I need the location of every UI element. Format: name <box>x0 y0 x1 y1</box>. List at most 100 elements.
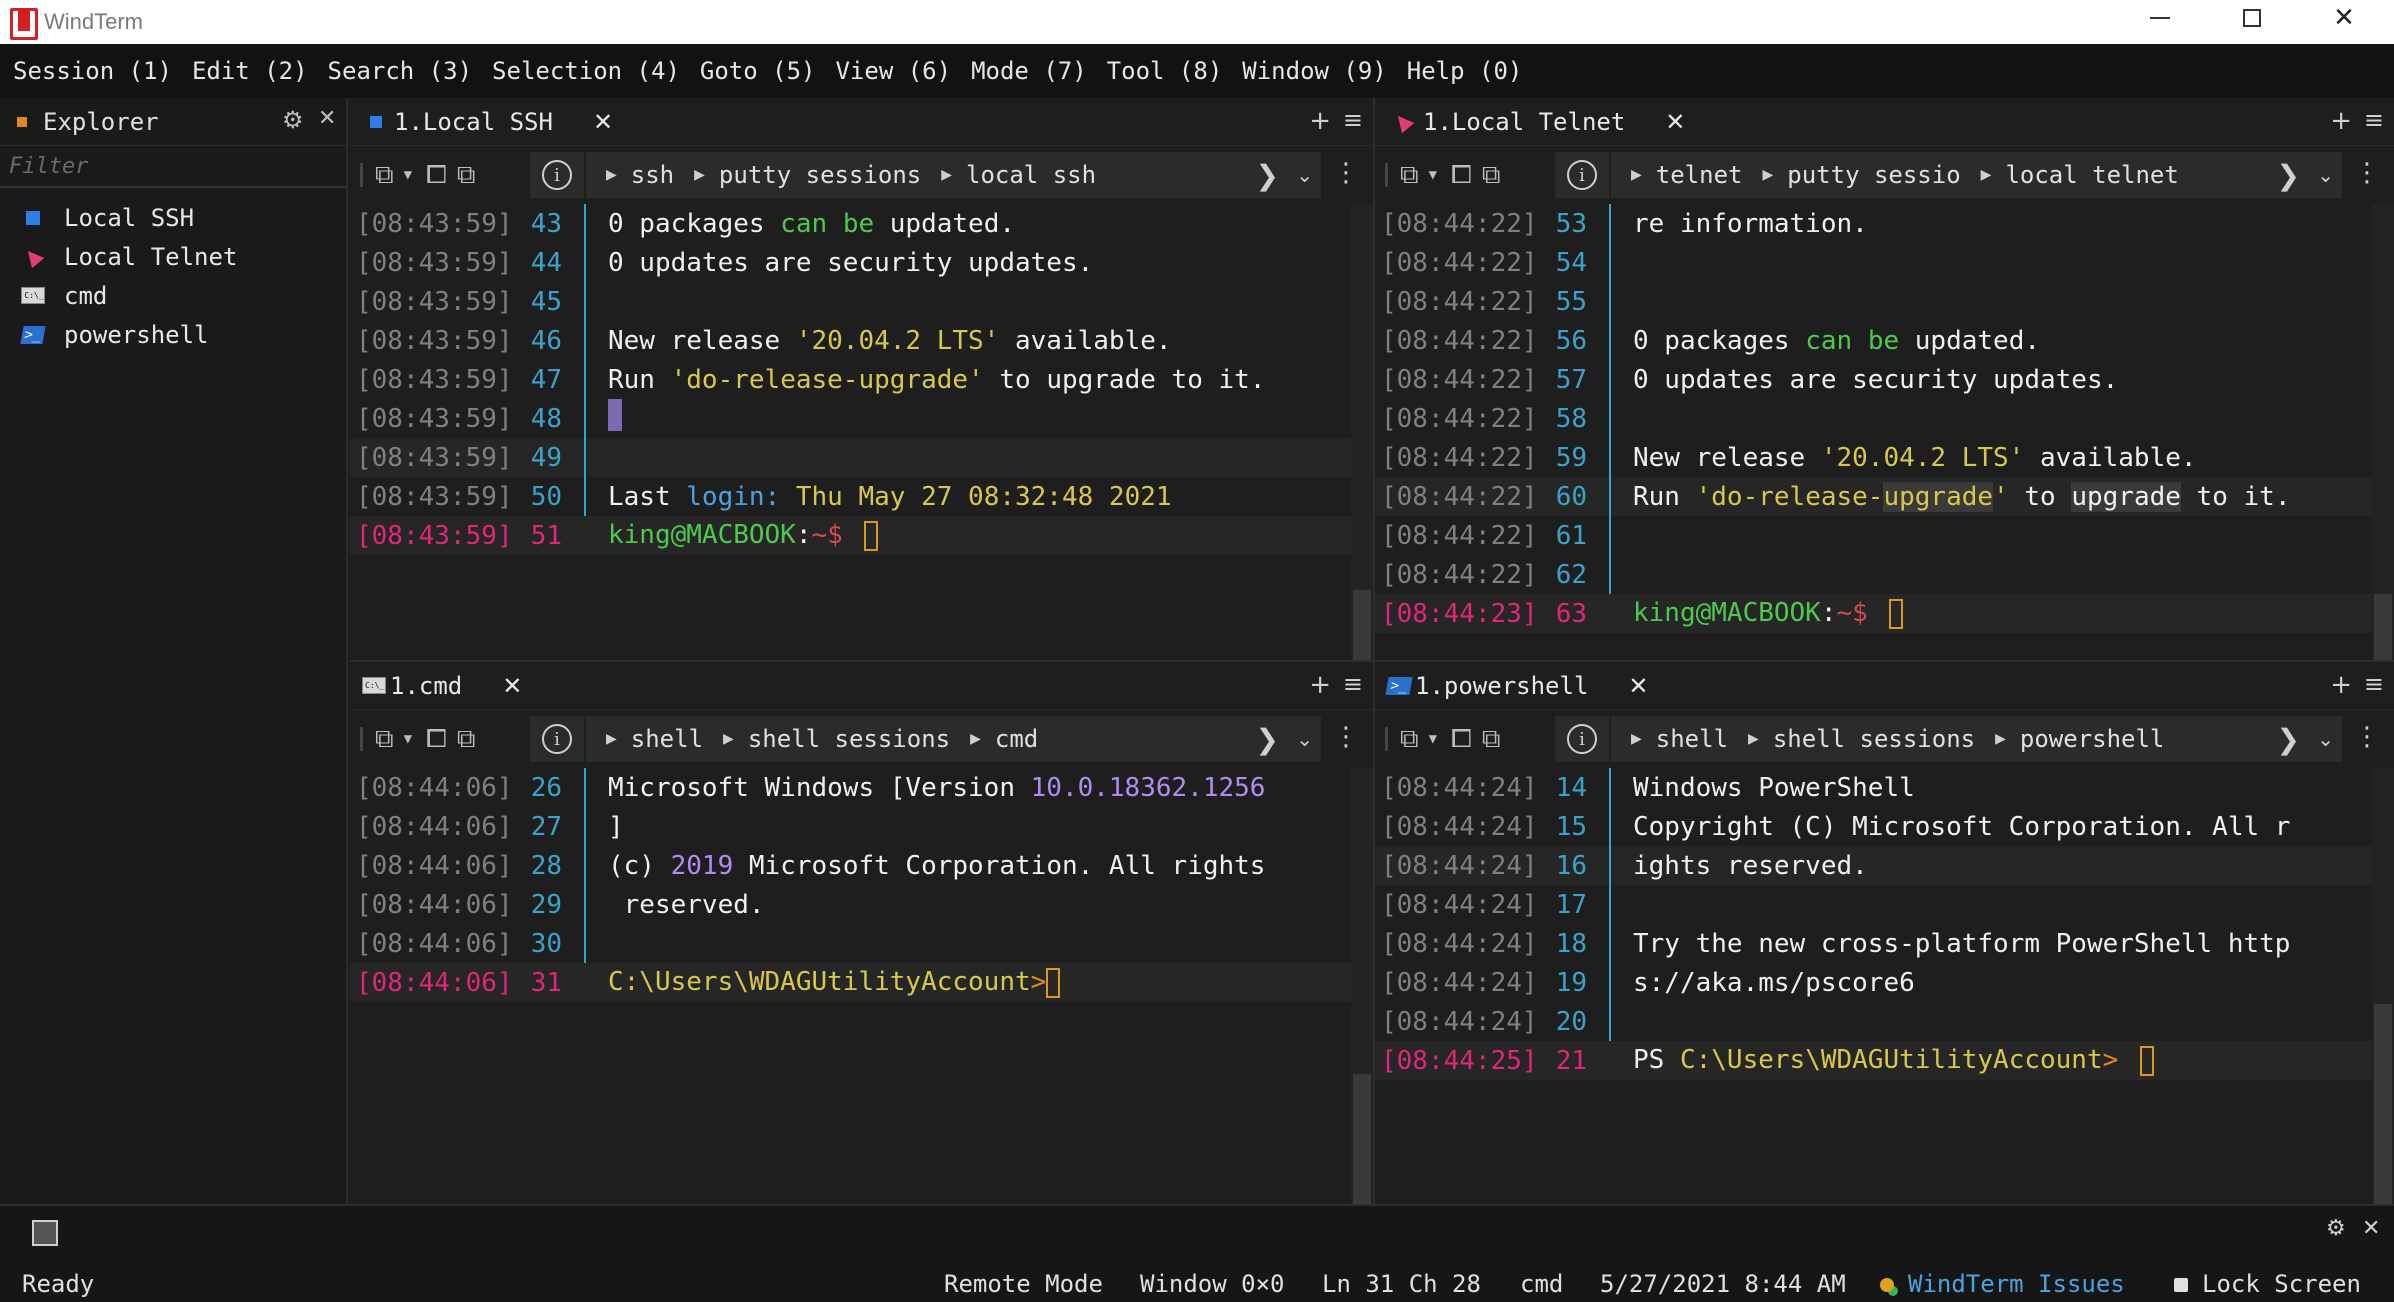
tab-cmd[interactable]: 1.cmd <box>390 672 462 700</box>
explorer-close-icon[interactable]: ✕ <box>318 106 336 131</box>
new-session-icon[interactable]: ⧉ <box>375 160 394 191</box>
session-item-local-ssh[interactable]: Local SSH <box>0 198 346 237</box>
chevron-right-icon[interactable]: ❯ <box>2277 159 2300 192</box>
status-cursor-position[interactable]: Ln 31 Ch 28 <box>1322 1270 1481 1298</box>
explorer-filter-input[interactable]: Filter <box>0 146 346 188</box>
chevron-right-icon[interactable]: ❯ <box>1256 159 1279 192</box>
chevron-down-icon[interactable]: ⌄ <box>1296 727 1313 751</box>
tab-close-icon[interactable]: ✕ <box>502 672 522 700</box>
tab-close-icon[interactable]: ✕ <box>1665 108 1685 136</box>
session-item-powershell[interactable]: >_ powershell <box>0 315 346 354</box>
menu-help[interactable]: Help (0) <box>1407 57 1523 85</box>
maximize-button[interactable] <box>2206 0 2298 36</box>
breadcrumb-item[interactable]: local ssh <box>966 161 1096 189</box>
new-tab-icon[interactable]: + <box>2330 106 2352 136</box>
new-tab-icon[interactable]: + <box>2330 670 2352 700</box>
terminal-output[interactable]: [08:43:59] 43 0 packages can be updated. [… <box>350 204 1373 555</box>
windterm-issues-link[interactable]: WindTerm Issues <box>1880 1270 2125 1298</box>
breadcrumb-item[interactable]: shell <box>1656 725 1728 753</box>
status-settings-icon[interactable]: ⚙ <box>2326 1216 2346 1241</box>
scrollbar-thumb[interactable] <box>1353 590 1371 660</box>
breadcrumb-item[interactable]: local telnet <box>2005 161 2178 189</box>
session-item-cmd[interactable]: C:\_ cmd <box>0 276 346 315</box>
breadcrumb-item[interactable]: putty sessio <box>1787 161 1960 189</box>
menu-mode[interactable]: Mode (7) <box>971 57 1087 85</box>
new-tab-icon[interactable]: + <box>1309 106 1331 136</box>
duplicate-session-icon[interactable]: ⧉ <box>457 160 476 191</box>
breadcrumb-item[interactable]: telnet <box>1656 161 1743 189</box>
breadcrumb-item[interactable]: shell sessions <box>1773 725 1975 753</box>
menu-window[interactable]: Window (9) <box>1242 57 1387 85</box>
menu-search[interactable]: Search (3) <box>328 57 473 85</box>
dropdown-arrow-icon[interactable]: ▼ <box>1429 731 1437 747</box>
more-options-icon[interactable]: ⋮ <box>1333 722 1359 752</box>
menu-selection[interactable]: Selection (4) <box>492 57 680 85</box>
new-session-icon[interactable]: ⧉ <box>1400 724 1419 755</box>
duplicate-session-icon[interactable]: ⧉ <box>1482 724 1501 755</box>
tab-local-ssh[interactable]: 1.Local SSH <box>394 108 553 136</box>
duplicate-session-icon[interactable]: ⧉ <box>457 724 476 755</box>
more-options-icon[interactable]: ⋮ <box>2354 158 2380 188</box>
new-tab-icon[interactable]: + <box>1309 670 1331 700</box>
close-session-icon[interactable]: ⧠ <box>426 160 447 191</box>
tab-menu-icon[interactable]: ≡ <box>2364 106 2384 134</box>
breadcrumb-item[interactable]: cmd <box>995 725 1038 753</box>
breadcrumb-item[interactable]: shell <box>631 725 703 753</box>
new-session-icon[interactable]: ⧉ <box>1400 160 1419 191</box>
close-session-icon[interactable]: ⧠ <box>426 724 447 755</box>
info-icon[interactable]: i <box>530 724 584 754</box>
tab-menu-icon[interactable]: ≡ <box>2364 670 2384 698</box>
chevron-right-icon[interactable]: ❯ <box>1256 723 1279 756</box>
terminal-output[interactable]: [08:44:22] 53 re information. [08:44:22] 54… <box>1375 204 2394 633</box>
dropdown-arrow-icon[interactable]: ▼ <box>1429 167 1437 183</box>
tab-close-icon[interactable]: ✕ <box>1628 672 1648 700</box>
close-session-icon[interactable]: ⧠ <box>1451 724 1472 755</box>
close-window-button[interactable]: ✕ <box>2298 0 2390 36</box>
dropdown-arrow-icon[interactable]: ▼ <box>404 167 412 183</box>
more-options-icon[interactable]: ⋮ <box>2354 722 2380 752</box>
chevron-down-icon[interactable]: ⌄ <box>2317 163 2334 187</box>
toggle-panel-icon[interactable] <box>32 1220 58 1246</box>
status-shell[interactable]: cmd <box>1520 1270 1563 1298</box>
tab-menu-icon[interactable]: ≡ <box>1343 670 1363 698</box>
chevron-down-icon[interactable]: ⌄ <box>1296 163 1313 187</box>
breadcrumb-item[interactable]: ssh <box>631 161 674 189</box>
status-remote-mode[interactable]: Remote Mode <box>944 1270 1103 1298</box>
tab-powershell[interactable]: 1.powershell <box>1415 672 1588 700</box>
new-session-icon[interactable]: ⧉ <box>375 724 394 755</box>
menu-goto[interactable]: Goto (5) <box>700 57 816 85</box>
explorer-settings-icon[interactable]: ⚙ <box>282 106 304 134</box>
chevron-right-icon[interactable]: ❯ <box>2277 723 2300 756</box>
toolbar-grip[interactable] <box>360 727 363 751</box>
breadcrumb-item[interactable]: powershell <box>2020 725 2165 753</box>
status-close-icon[interactable]: ✕ <box>2362 1216 2380 1241</box>
vertical-scrollbar[interactable] <box>1351 204 1373 660</box>
minimize-button[interactable] <box>2114 0 2206 36</box>
menu-view[interactable]: View (6) <box>835 57 951 85</box>
terminal-output[interactable]: [08:44:24] 14 Windows PowerShell [08:44:24… <box>1375 768 2394 1080</box>
close-session-icon[interactable]: ⧠ <box>1451 160 1472 191</box>
session-item-local-telnet[interactable]: Local Telnet <box>0 237 346 276</box>
terminal-output[interactable]: [08:44:06] 26 Microsoft Windows [Version 1… <box>350 768 1373 1002</box>
vertical-scrollbar[interactable] <box>2372 768 2394 1204</box>
info-icon[interactable]: i <box>1555 724 1609 754</box>
tab-local-telnet[interactable]: 1.Local Telnet <box>1423 108 1625 136</box>
scrollbar-thumb[interactable] <box>2374 1004 2392 1204</box>
tab-menu-icon[interactable]: ≡ <box>1343 106 1363 134</box>
breadcrumb-item[interactable]: shell sessions <box>748 725 950 753</box>
toolbar-grip[interactable] <box>360 163 363 187</box>
menu-tool[interactable]: Tool (8) <box>1107 57 1223 85</box>
tab-close-icon[interactable]: ✕ <box>593 108 613 136</box>
toolbar-grip[interactable] <box>1385 163 1388 187</box>
scrollbar-thumb[interactable] <box>2374 594 2392 660</box>
menu-edit[interactable]: Edit (2) <box>192 57 308 85</box>
scrollbar-thumb[interactable] <box>1353 1074 1371 1204</box>
info-icon[interactable]: i <box>530 160 584 190</box>
vertical-scrollbar[interactable] <box>1351 768 1373 1204</box>
duplicate-session-icon[interactable]: ⧉ <box>1482 160 1501 191</box>
menu-session[interactable]: Session (1) <box>13 57 172 85</box>
dropdown-arrow-icon[interactable]: ▼ <box>404 731 412 747</box>
vertical-scrollbar[interactable] <box>2372 204 2394 660</box>
chevron-down-icon[interactable]: ⌄ <box>2317 727 2334 751</box>
info-icon[interactable]: i <box>1555 160 1609 190</box>
